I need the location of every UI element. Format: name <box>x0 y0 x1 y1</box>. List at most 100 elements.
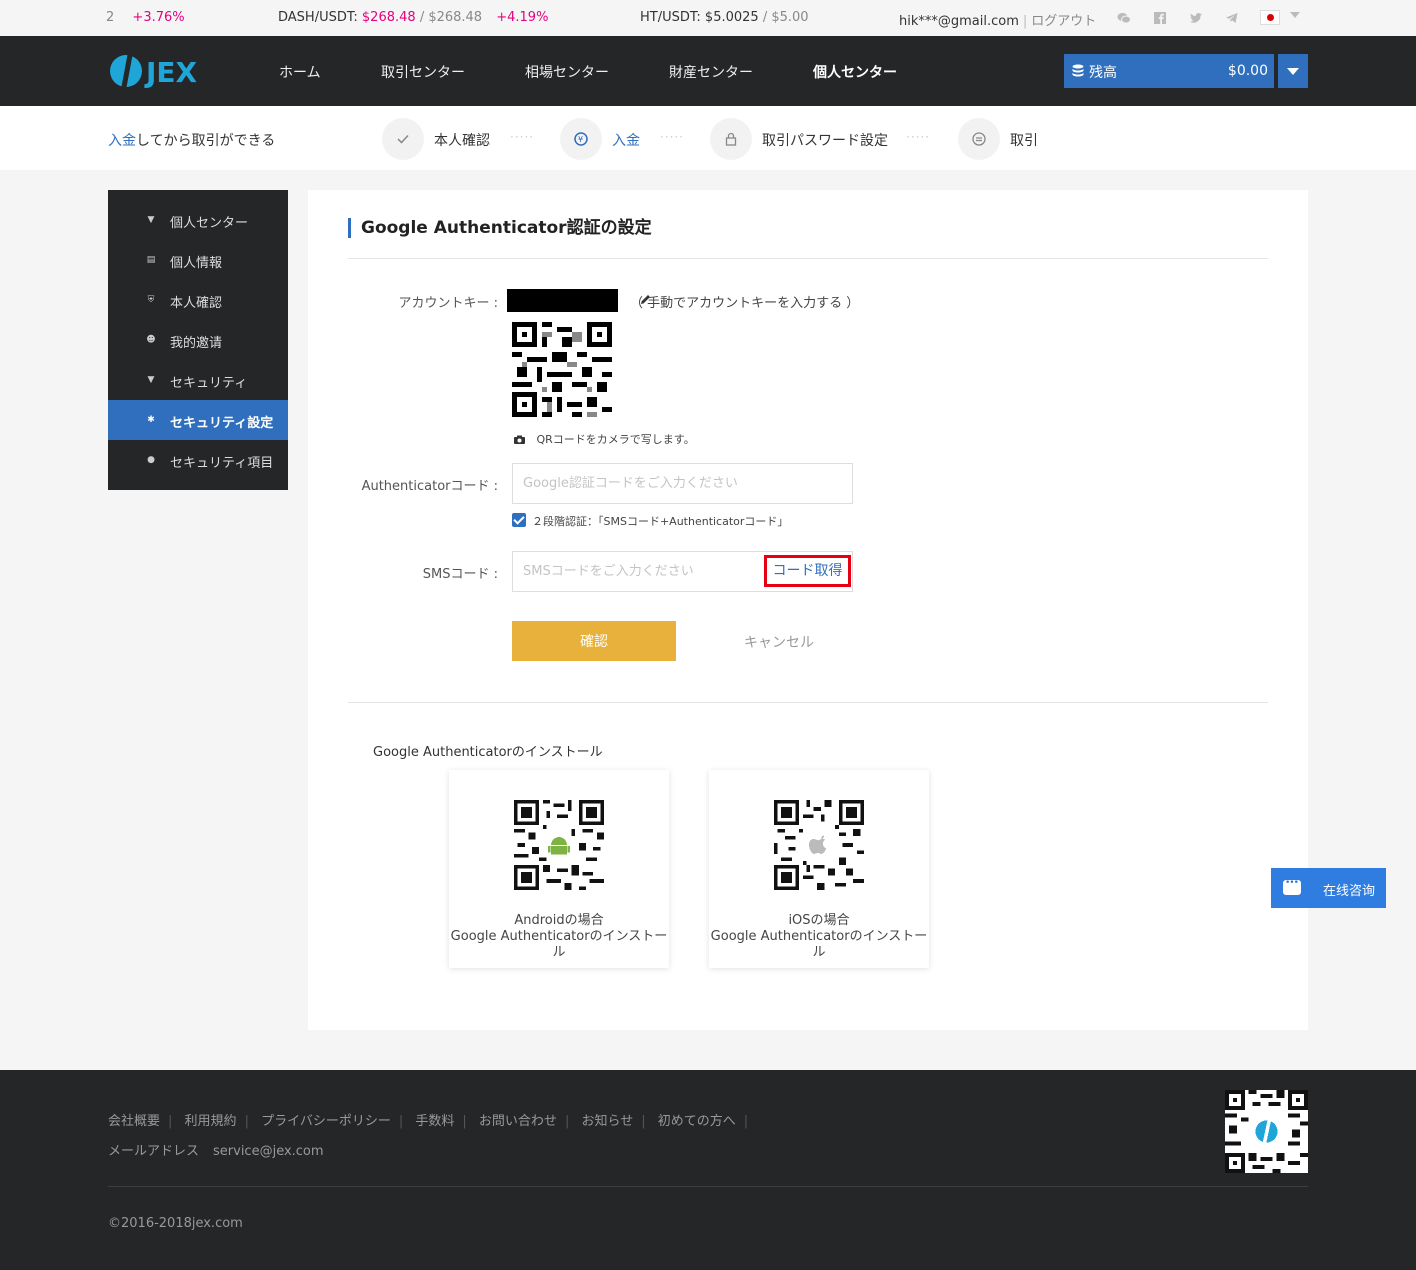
account-qr-code <box>512 322 612 417</box>
step-trade[interactable]: 取引 <box>1010 130 1038 150</box>
sidebar-item-personal-center[interactable]: ▼ 個人センター <box>108 200 288 240</box>
sidebar-item-identity[interactable]: ⛨ 本人確認 <box>108 280 288 320</box>
sidebar-item-label: 我的邀请 <box>170 336 223 351</box>
footer-link-fees[interactable]: 手数料 <box>415 1114 454 1129</box>
ios-install-caption: iOSの場合 Google Authenticatorのインストール <box>709 913 929 961</box>
pencil-icon <box>641 295 650 304</box>
two-step-label: ２段階認証：「SMSコード+Authenticatorコード」 <box>532 515 789 528</box>
auth-code-label: Authenticatorコード : <box>361 479 498 494</box>
ticker-item: HT/USDT: $5.0025 / $5.00 <box>640 10 809 25</box>
trade-icon <box>958 118 1000 160</box>
sidebar-item-label: セキュリティ項目 <box>170 456 274 471</box>
deposit-link[interactable]: 入金 <box>108 133 136 149</box>
step-connector: ····· <box>906 130 931 144</box>
svg-text:JEX: JEX <box>144 56 198 89</box>
divider <box>348 702 1268 703</box>
coins-icon <box>1072 64 1084 77</box>
step-deposit[interactable]: 入金 <box>612 130 640 150</box>
sidebar-item-security-settings[interactable]: ✱ セキュリティ設定 <box>108 400 288 440</box>
ticker-item: DASH/USDT: $268.48 / $268.48 +4.19% <box>278 10 548 25</box>
bulb-icon: ● <box>147 455 155 465</box>
ticker-ref-price: / $5.00 <box>762 10 809 25</box>
ticker-ref-price: / $268.48 <box>419 10 483 25</box>
android-install-caption: Androidの場合 Google Authenticatorのインストール <box>449 913 669 961</box>
step-trade-password[interactable]: 取引パスワード設定 <box>762 130 888 150</box>
sidebar-item-personal-info[interactable]: ▤ 個人情報 <box>108 240 288 280</box>
manual-key-text: （ 手動でアカウントキーを入力する ） <box>630 296 860 311</box>
twitter-icon[interactable] <box>1189 11 1203 25</box>
japan-flag-icon[interactable] <box>1260 10 1280 25</box>
nav-market-center[interactable]: 相場センター <box>525 62 609 82</box>
sms-code-label: SMSコード : <box>422 567 498 582</box>
nav-home[interactable]: ホーム <box>279 62 321 82</box>
caption-line: Google Authenticatorのインストール <box>710 929 928 960</box>
wechat-icon[interactable] <box>1117 11 1131 25</box>
copyright: ©2016-2018jex.com <box>108 1216 243 1231</box>
manual-key-link[interactable]: （ 手動でアカウントキーを入力する ） <box>630 292 859 311</box>
sidebar-item-label: 本人確認 <box>170 296 223 311</box>
footer-link-company[interactable]: 会社概要 <box>108 1114 160 1129</box>
caret-down-icon: ▼ <box>147 215 155 225</box>
get-code-button[interactable]: コード取得 <box>764 555 851 587</box>
account-key-redacted <box>507 289 618 312</box>
balance-dropdown-button[interactable] <box>1278 54 1308 88</box>
step-identity[interactable]: 本人確認 <box>434 130 490 150</box>
footer-qr-code <box>1225 1090 1308 1173</box>
divider <box>348 258 1268 259</box>
online-consult-button[interactable]: 在线咨询 <box>1271 868 1386 908</box>
ticker-change: +3.76% <box>132 10 185 25</box>
footer-link-contact[interactable]: お問い合わせ <box>479 1114 557 1129</box>
footer-mail: メールアドレス service@jex.com <box>108 1140 324 1159</box>
ticker-price: $5.0025 <box>704 10 759 25</box>
ticker-pair: DASH/USDT: <box>278 10 358 25</box>
ticker-bar: 2 +3.76% DASH/USDT: $268.48 / $268.48 +4… <box>0 0 1416 36</box>
main-header: JEX ホーム 取引センター 相場センター 財産センター 個人センター 残高 $… <box>0 36 1416 106</box>
footer: 会社概要 | 利用規約 | プライバシーポリシー | 手数料 | お問い合わせ | お知ら… <box>0 1070 1416 1270</box>
ios-qr-code <box>774 800 864 890</box>
balance-button[interactable]: 残高 $0.00 <box>1064 54 1274 88</box>
steps-hint: 入金してから取引ができる <box>108 130 275 150</box>
chat-bubble-icon <box>1283 878 1301 895</box>
sidebar: ▼ 個人センター ▤ 個人情報 ⛨ 本人確認 ☻ 我的邀请 ▼ セキュリティ ✱… <box>108 190 288 490</box>
ticker-pair: 2 <box>106 10 115 25</box>
two-step-checkbox[interactable] <box>512 513 526 527</box>
footer-mail-label: メールアドレス <box>108 1144 200 1159</box>
user-area: hik***@gmail.com | ログアウト <box>899 14 1097 29</box>
logout-link[interactable]: ログアウト <box>1031 14 1096 29</box>
balance-value: $0.00 <box>1227 63 1268 79</box>
shield-icon: ⛨ <box>147 295 155 305</box>
ios-install-card[interactable]: iOSの場合 Google Authenticatorのインストール <box>709 770 929 968</box>
footer-link-news[interactable]: お知らせ <box>581 1114 633 1129</box>
qr-note: QRコードをカメラで写します。 <box>514 431 695 447</box>
footer-link-beginners[interactable]: 初めての方へ <box>658 1114 736 1129</box>
step-connector: ····· <box>660 130 685 144</box>
sidebar-item-label: セキュリティ <box>170 376 248 391</box>
sidebar-item-invite[interactable]: ☻ 我的邀请 <box>108 320 288 360</box>
ticker-price: $268.48 <box>361 10 416 25</box>
footer-divider <box>108 1186 1308 1187</box>
confirm-button[interactable]: 確認 <box>512 621 676 661</box>
sidebar-item-security-items[interactable]: ● セキュリティ項目 <box>108 440 288 480</box>
android-qr-code <box>514 800 604 890</box>
android-install-card[interactable]: Androidの場合 Google Authenticatorのインストール <box>449 770 669 968</box>
nav-trade-center[interactable]: 取引センター <box>381 62 465 82</box>
cancel-button[interactable]: キャンセル <box>744 632 814 652</box>
account-key-label: アカウントキー : <box>398 296 498 311</box>
facebook-icon[interactable] <box>1153 11 1167 25</box>
footer-mail-address[interactable]: service@jex.com <box>213 1144 324 1159</box>
user-email[interactable]: hik***@gmail.com <box>899 14 1019 29</box>
ticker-change: +4.19% <box>496 10 549 25</box>
footer-link-terms[interactable]: 利用規約 <box>185 1114 237 1129</box>
telegram-icon[interactable] <box>1225 11 1239 25</box>
footer-link-privacy[interactable]: プライバシーポリシー <box>261 1114 391 1129</box>
sidebar-item-security[interactable]: ▼ セキュリティ <box>108 360 288 400</box>
jex-logo[interactable]: JEX <box>108 52 218 90</box>
auth-code-input[interactable] <box>512 463 853 504</box>
caret-down-icon: ▼ <box>147 375 155 385</box>
caption-line: Google Authenticatorのインストール <box>450 929 668 960</box>
nav-personal-center[interactable]: 個人センター <box>813 62 897 82</box>
nav-asset-center[interactable]: 財産センター <box>669 62 753 82</box>
onboarding-steps: 入金してから取引ができる 本人確認 ····· ¥ 入金 ····· 取引パスワ… <box>0 106 1416 170</box>
install-title: Google Authenticatorのインストール <box>373 745 603 760</box>
chevron-down-icon[interactable] <box>1290 12 1300 18</box>
